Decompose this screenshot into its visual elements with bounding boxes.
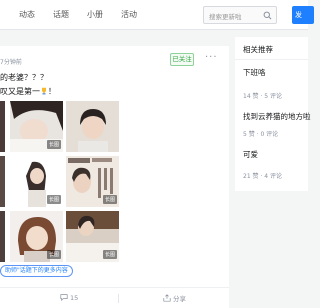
photo-thumbnail-6[interactable]: 长图 bbox=[66, 156, 119, 207]
search-placeholder: 搜索更新啦 bbox=[209, 13, 242, 21]
post-text-line-2: 叹又是第一 ！ bbox=[0, 86, 56, 97]
photo-thumbnail-7[interactable] bbox=[0, 211, 5, 262]
photo-tag: 长图 bbox=[102, 195, 117, 204]
recommendation-title[interactable]: 可爱 bbox=[243, 149, 258, 160]
trophy-icon bbox=[42, 87, 46, 95]
action-divider bbox=[118, 294, 119, 303]
photo-thumbnail-2[interactable]: 长图 bbox=[10, 101, 63, 152]
post-text-line-2-start: 叹又是第一 bbox=[0, 87, 40, 96]
comment-count: 15 bbox=[70, 294, 79, 302]
photo-tag: 长图 bbox=[102, 250, 117, 259]
post-text-line-2-end: ！ bbox=[48, 87, 56, 96]
top-navbar: 动态 话题 小册 活动 搜索更新啦 发 bbox=[0, 0, 314, 30]
comment-button[interactable]: 15 bbox=[60, 293, 78, 302]
recommendation-meta: 21 赞 · 4 评论 bbox=[243, 173, 282, 180]
photo-tag: 长图 bbox=[46, 250, 61, 259]
recommendation-meta: 5 赞 · 0 评论 bbox=[243, 131, 279, 138]
search-input[interactable]: 搜索更新啦 bbox=[203, 6, 277, 24]
nav-topics[interactable]: 话题 bbox=[53, 9, 69, 20]
topic-more-link[interactable]: 助师"话题下的更多内容 bbox=[0, 265, 73, 277]
recommendation-title[interactable]: 找到云养猫的地方啦 bbox=[243, 111, 311, 122]
follow-button[interactable]: 已关注 bbox=[170, 53, 194, 66]
search-icon[interactable] bbox=[263, 11, 272, 20]
recommendation-meta: 14 赞 · 5 评论 bbox=[243, 93, 282, 100]
photo-thumbnail-5[interactable]: 长图 bbox=[10, 156, 63, 207]
post-card: 7分钟前 已关注 ··· 的老婆？？？ 叹又是第一 ！ 长图 长图 长图 长图 … bbox=[0, 46, 229, 308]
photo-thumbnail-1[interactable] bbox=[0, 101, 5, 152]
publish-button[interactable]: 发 bbox=[292, 6, 314, 24]
share-label: 分享 bbox=[173, 295, 186, 303]
more-icon[interactable]: ··· bbox=[205, 52, 218, 63]
comment-icon bbox=[60, 294, 68, 302]
photo-thumbnail-9[interactable]: 长图 bbox=[66, 211, 119, 262]
sidebar-title: 相关推荐 bbox=[243, 45, 273, 54]
related-recommendations: 相关推荐 下班咯 14 赞 · 5 评论 找到云养猫的地方啦 5 赞 · 0 评… bbox=[235, 37, 311, 191]
share-button[interactable]: 分享 bbox=[163, 293, 186, 303]
photo-thumbnail-8[interactable]: 长图 bbox=[10, 211, 63, 262]
sidebar-divider bbox=[235, 59, 308, 60]
nav-booklets[interactable]: 小册 bbox=[87, 9, 103, 20]
photo-thumbnail-3[interactable] bbox=[66, 101, 119, 152]
nav-events[interactable]: 活动 bbox=[121, 9, 137, 20]
post-text-line-1: 的老婆？？？ bbox=[0, 73, 48, 82]
share-icon bbox=[163, 294, 171, 302]
recommendation-title[interactable]: 下班咯 bbox=[243, 67, 266, 78]
post-action-bar: 15 分享 bbox=[0, 287, 229, 308]
post-time: 7分钟前 bbox=[0, 59, 22, 66]
nav-dynamic[interactable]: 动态 bbox=[19, 9, 35, 20]
photo-tag: 长图 bbox=[46, 140, 61, 149]
photo-tag: 长图 bbox=[46, 195, 61, 204]
photo-thumbnail-4[interactable] bbox=[0, 156, 5, 207]
